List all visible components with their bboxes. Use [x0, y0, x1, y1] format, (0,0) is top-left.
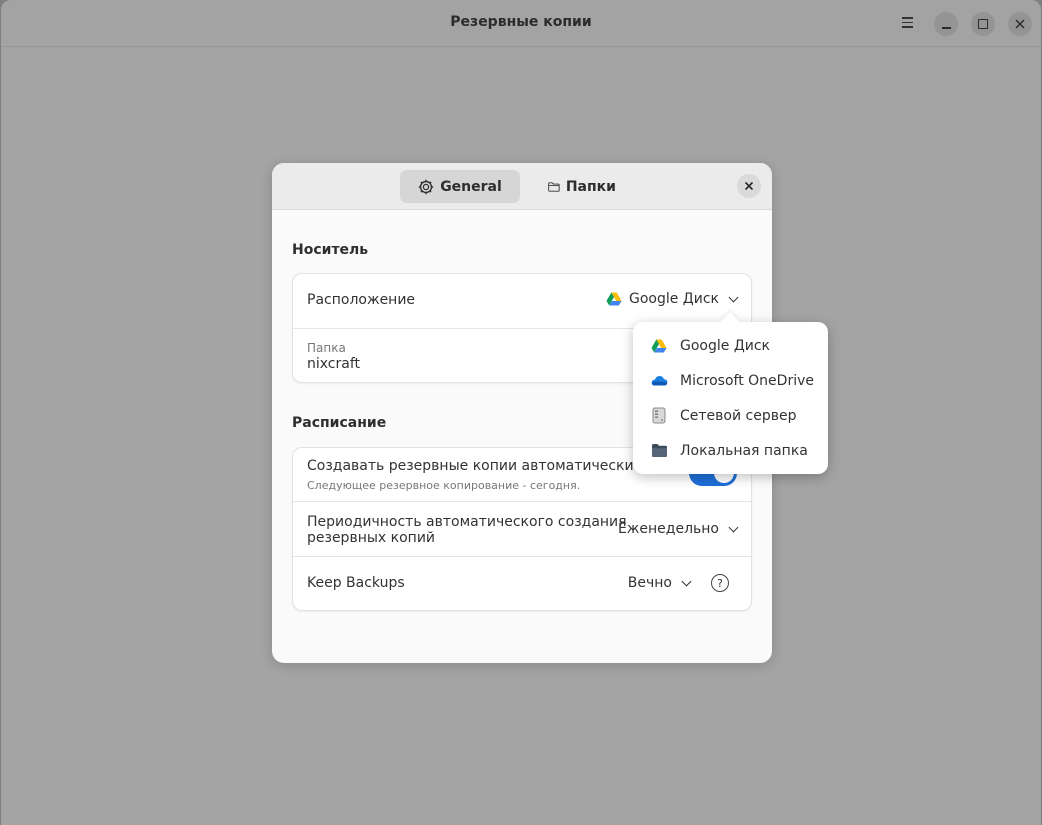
- frequency-value: Еженедельно: [617, 521, 719, 537]
- close-icon: [744, 181, 754, 191]
- popover-item-network-server[interactable]: Сетевой сервер: [633, 398, 828, 433]
- auto-backup-label: Создавать резервные копии автоматически: [307, 458, 634, 474]
- popover-item-label: Microsoft OneDrive: [680, 372, 814, 389]
- keep-backups-row[interactable]: Keep Backups Вечно ?: [293, 557, 751, 612]
- title-bar: Резервные копии: [1, 0, 1041, 47]
- hamburger-menu-icon[interactable]: [898, 14, 916, 32]
- location-label: Расположение: [307, 292, 416, 308]
- dialog-header: General Папки: [272, 163, 772, 210]
- chevron-down-icon: [728, 522, 739, 532]
- google-drive-icon: [650, 337, 668, 355]
- location-value: Google Диск: [628, 291, 719, 307]
- minimize-button[interactable]: [934, 12, 958, 36]
- frequency-row[interactable]: Периодичность автоматического создания р…: [293, 502, 751, 557]
- frequency-label: Периодичность автоматического создания р…: [307, 514, 627, 546]
- location-popover: Google Диск Microsoft OneDrive Сетевой с…: [633, 322, 828, 474]
- help-icon[interactable]: ?: [711, 574, 729, 592]
- location-row[interactable]: Расположение Google Диск: [293, 274, 751, 329]
- popover-item-label: Google Диск: [680, 337, 771, 354]
- minimize-icon: [941, 27, 951, 29]
- dialog-close-button[interactable]: [737, 174, 761, 198]
- frequency-label-line2: резервных копий: [307, 530, 436, 546]
- chevron-down-icon: [728, 292, 739, 302]
- network-server-icon: [650, 407, 668, 425]
- folder-input[interactable]: nixcraft: [307, 356, 360, 372]
- window-title: Резервные копии: [450, 14, 592, 30]
- keep-backups-dropdown[interactable]: Вечно: [627, 575, 692, 591]
- schedule-section-title: Расписание: [292, 415, 387, 431]
- storage-section-title: Носитель: [292, 242, 369, 258]
- maximize-icon: [978, 19, 988, 29]
- frequency-dropdown[interactable]: Еженедельно: [617, 521, 739, 537]
- local-folder-icon: [650, 442, 668, 460]
- close-window-button[interactable]: [1008, 12, 1032, 36]
- tab-folders-label: Папки: [565, 178, 616, 195]
- tab-folders[interactable]: Папки: [534, 170, 630, 203]
- popover-item-label: Локальная папка: [680, 442, 808, 459]
- tab-general[interactable]: General: [400, 170, 520, 203]
- location-dropdown[interactable]: Google Диск: [606, 291, 739, 307]
- close-icon: [1015, 19, 1025, 29]
- tab-general-label: General: [440, 178, 502, 195]
- keep-backups-controls: Вечно ?: [628, 574, 729, 592]
- popover-item-onedrive[interactable]: Microsoft OneDrive: [633, 363, 828, 398]
- onedrive-icon: [650, 372, 668, 390]
- auto-backup-subtitle: Следующее резервное копирование - сегодн…: [307, 479, 581, 492]
- popover-item-label: Сетевой сервер: [680, 407, 797, 424]
- keep-backups-value: Вечно: [627, 575, 672, 591]
- folder-icon: [548, 181, 560, 192]
- maximize-button[interactable]: [971, 12, 995, 36]
- chevron-down-icon: [681, 576, 692, 586]
- gear-icon: [418, 179, 434, 194]
- frequency-label-line1: Периодичность автоматического создания: [307, 514, 627, 530]
- folder-label: Папка: [307, 341, 346, 355]
- popover-item-google-drive[interactable]: Google Диск: [633, 328, 828, 363]
- keep-backups-label: Keep Backups: [307, 575, 405, 591]
- google-drive-icon: [606, 292, 622, 306]
- popover-item-local-folder[interactable]: Локальная папка: [633, 433, 828, 468]
